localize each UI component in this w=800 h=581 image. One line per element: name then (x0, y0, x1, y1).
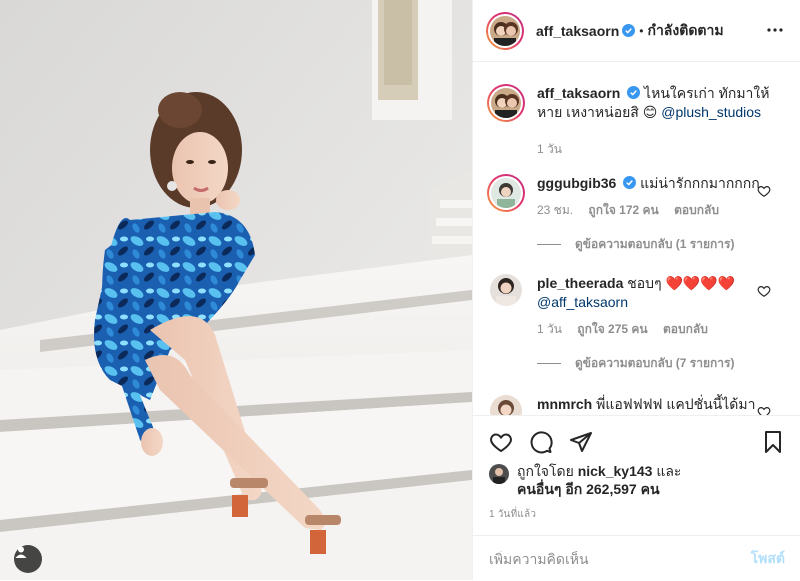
caption-username[interactable]: aff_taksaorn (537, 85, 620, 101)
add-comment-form: โพสต์ (473, 535, 800, 581)
liked-by-prefix: ถูกใจโดย (517, 463, 574, 479)
photo-illustration (0, 0, 472, 580)
liker-avatar[interactable] (489, 464, 509, 484)
comment-item: ple_theerada ชอบๆ ❤️❤️❤️❤️ @aff_taksaorn… (487, 274, 785, 336)
comment-text: ชอบๆ ❤️❤️❤️❤️ (627, 275, 736, 291)
author-username[interactable]: aff_taksaorn (536, 23, 619, 39)
comment-username[interactable]: gggubgib36 (537, 175, 616, 191)
following-button[interactable]: กำลังติดตาม (647, 20, 723, 42)
replies-divider (537, 244, 561, 245)
like-comment-heart-icon[interactable] (757, 405, 771, 415)
commenter-photo (490, 274, 522, 306)
posted-time[interactable]: 1 วันที่แล้ว (489, 507, 536, 522)
commenter-photo (491, 178, 521, 208)
comment-username[interactable]: mnmrch (537, 396, 592, 412)
comment-mention-link[interactable]: @aff_taksaorn (537, 294, 628, 310)
post-header: aff_taksaorn • กำลังติดตาม (473, 0, 800, 62)
post-comment-button[interactable]: โพสต์ (751, 548, 785, 570)
verified-badge-icon (623, 176, 637, 189)
comment-bubble-icon[interactable] (529, 430, 553, 454)
caption-avatar[interactable] (487, 84, 525, 122)
verified-badge-icon (627, 86, 641, 99)
caption-mention-link[interactable]: @plush_studios (661, 104, 761, 120)
comment-text: แม่น่ารักกกมากกกก (640, 175, 760, 191)
comment-time[interactable]: 1 วัน (537, 322, 562, 336)
like-heart-icon[interactable] (489, 430, 513, 454)
post-side-panel: aff_taksaorn • กำลังติดตาม aff_taksaorn … (472, 0, 800, 580)
commenter-avatar[interactable] (490, 274, 522, 306)
liked-by-suffix: และ (656, 463, 682, 479)
commenter-photo (490, 395, 522, 415)
author-photo (490, 15, 520, 46)
comment-username[interactable]: ple_theerada (537, 275, 623, 291)
comment-item: mnmrch พี่แอฟฟฟฟ แคปชั่นนี้ได้มา (487, 395, 785, 415)
commenter-avatar[interactable] (490, 395, 522, 415)
liker-photo (489, 464, 509, 484)
view-replies-label: ดูข้อความตอบกลับ (1 รายการ) (575, 237, 735, 251)
commenter-avatar[interactable] (487, 174, 525, 212)
replies-divider (537, 363, 561, 364)
caption-author-photo (491, 88, 521, 118)
header-separator: • (639, 23, 644, 38)
comment-text: พี่แอฟฟฟฟ แคปชั่นนี้ได้มา (596, 396, 756, 412)
comment-item: gggubgib36 แม่น่ารักกกมากกกก 23 ชม. ถูกใ… (487, 174, 785, 217)
comment-likes[interactable]: ถูกใจ 275 คน (577, 322, 647, 336)
likes-summary: ถูกใจโดย nick_ky143 และ คนอื่นๆ อีก 262,… (489, 462, 681, 498)
caption-time[interactable]: 1 วัน (537, 142, 562, 156)
person-icon (15, 546, 27, 558)
user-tag-icon[interactable] (14, 545, 42, 573)
reply-button[interactable]: ตอบกลับ (663, 322, 708, 336)
view-replies-link[interactable]: ดูข้อความตอบกลับ (7 รายการ) (537, 354, 785, 373)
like-comment-heart-icon[interactable] (757, 184, 771, 198)
comment-likes[interactable]: ถูกใจ 172 คน (588, 203, 658, 217)
comment-input[interactable] (489, 550, 751, 567)
author-avatar[interactable] (486, 11, 524, 50)
comment-time[interactable]: 23 ชม. (537, 203, 573, 217)
comments-list[interactable]: aff_taksaorn ไหนใครเก่า ทักมาให้หาย เหงา… (473, 63, 800, 415)
liker-username[interactable]: nick_ky143 (578, 463, 653, 479)
like-comment-heart-icon[interactable] (757, 284, 771, 298)
view-replies-label: ดูข้อความตอบกลับ (7 รายการ) (575, 356, 735, 370)
save-bookmark-icon[interactable] (761, 430, 785, 454)
caption: aff_taksaorn ไหนใครเก่า ทักมาให้หาย เหงา… (487, 84, 785, 156)
view-replies-link[interactable]: ดูข้อความตอบกลับ (1 รายการ) (537, 235, 785, 254)
likes-count[interactable]: คนอื่นๆ อีก 262,597 คน (517, 481, 660, 497)
post-photo[interactable] (0, 0, 472, 580)
verified-badge-icon (622, 24, 636, 37)
more-options-icon[interactable] (765, 20, 785, 40)
share-paper-plane-icon[interactable] (569, 430, 593, 454)
post-actions: ถูกใจโดย nick_ky143 และ คนอื่นๆ อีก 262,… (473, 415, 800, 575)
reply-button[interactable]: ตอบกลับ (674, 203, 719, 217)
instagram-post: aff_taksaorn • กำลังติดตาม aff_taksaorn … (0, 0, 800, 580)
